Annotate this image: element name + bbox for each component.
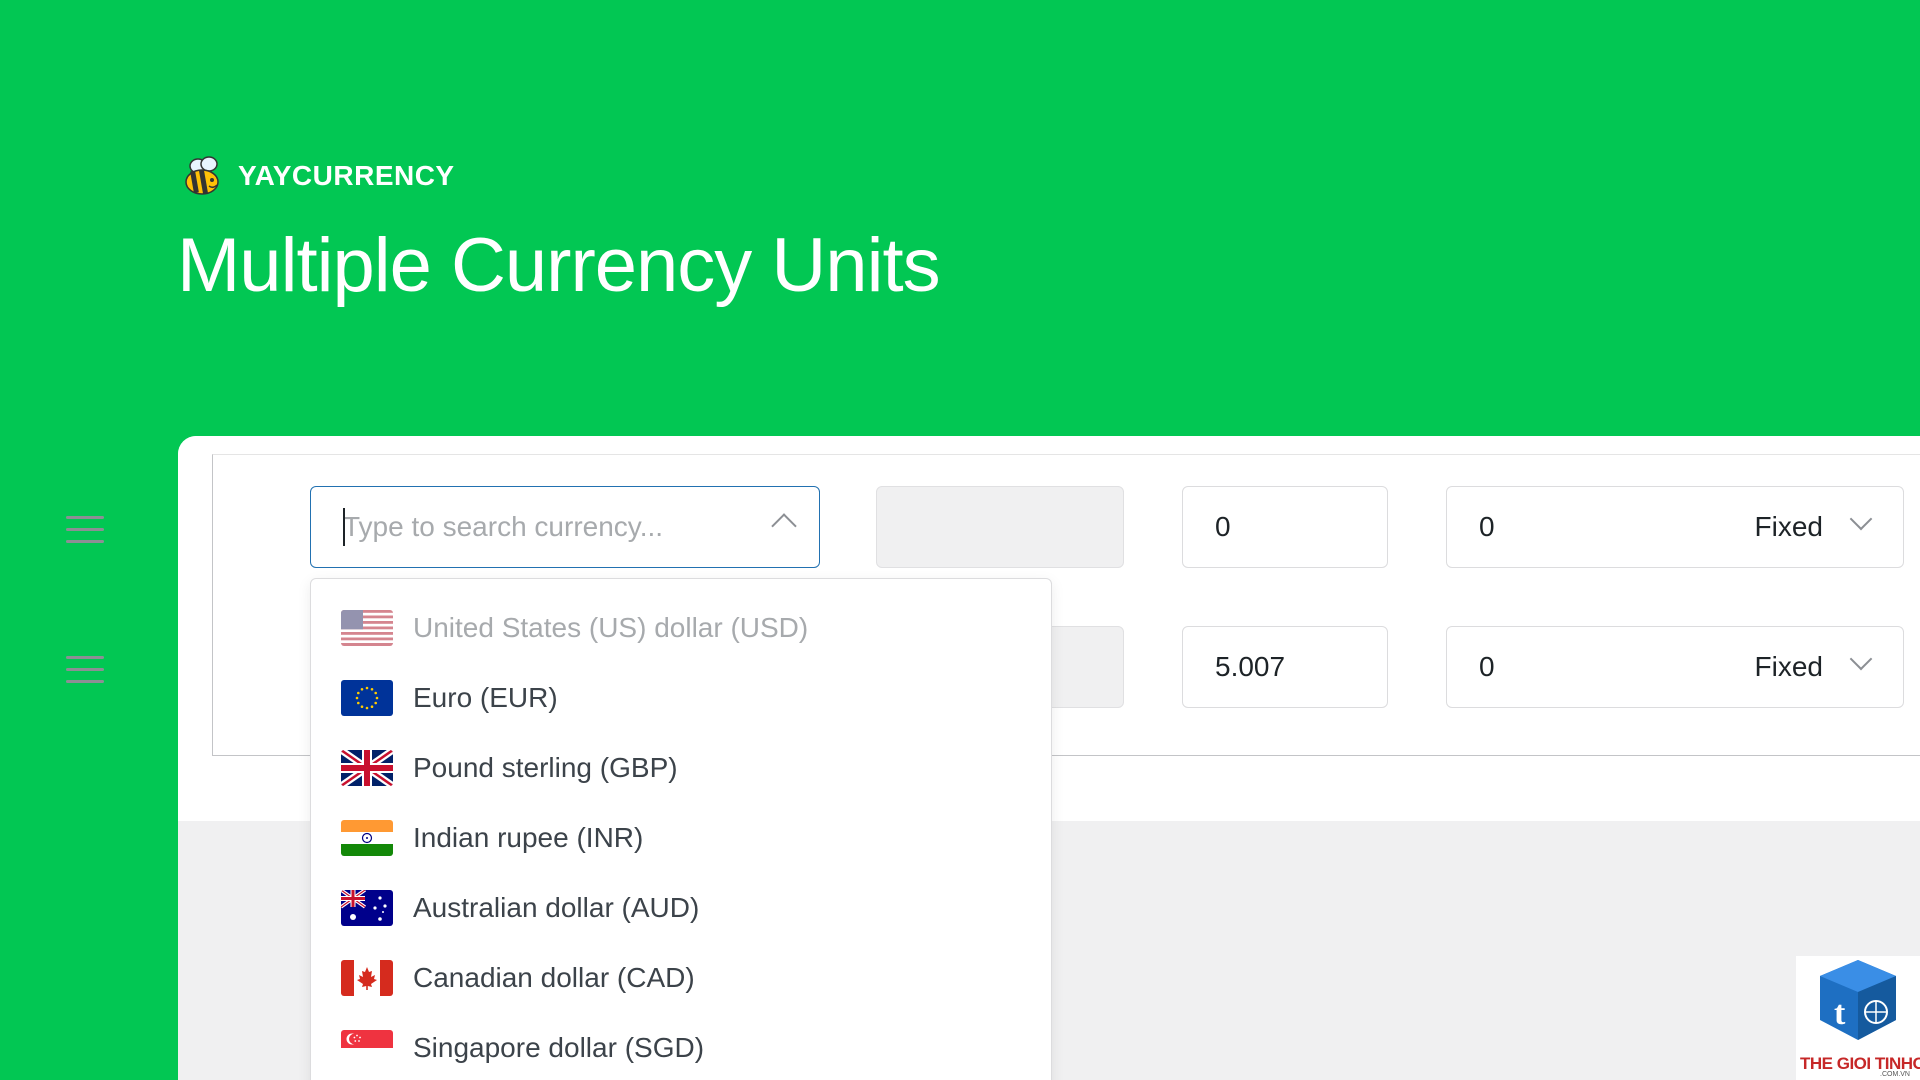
- currency-option-inr[interactable]: Indian rupee (INR): [341, 813, 643, 863]
- fee-value: 0: [1479, 651, 1495, 682]
- text-caret: [343, 508, 345, 546]
- fee-select[interactable]: 0 Fixed: [1446, 486, 1904, 568]
- au-flag-icon: [341, 890, 393, 926]
- drag-handle-icon[interactable]: [66, 656, 104, 684]
- currency-option-eur[interactable]: Euro (EUR): [341, 673, 558, 723]
- watermark-subtext: .COM.VN: [1880, 1071, 1910, 1078]
- currency-option-label: Australian dollar (AUD): [413, 892, 700, 923]
- gb-flag-icon: [341, 750, 393, 786]
- search-input[interactable]: [343, 511, 723, 543]
- currency-symbol-field[interactable]: [876, 486, 1124, 568]
- eu-flag-icon: [341, 680, 393, 716]
- chevron-down-icon[interactable]: [1849, 507, 1873, 531]
- in-flag-icon: [341, 820, 393, 856]
- ca-flag-icon: [341, 960, 393, 996]
- currency-option-cad[interactable]: Canadian dollar (CAD): [341, 953, 695, 1003]
- currency-option-usd: United States (US) dollar (USD): [341, 603, 808, 653]
- watermark-logo: t THE GIOI TINHOC .COM.VN: [1796, 956, 1920, 1080]
- brand-name: YAYCURRENCY: [238, 160, 455, 191]
- currency-option-label: Euro (EUR): [413, 682, 558, 713]
- drag-handle-icon[interactable]: [66, 516, 104, 544]
- currency-search-select[interactable]: [310, 486, 820, 568]
- chevron-down-icon[interactable]: [1849, 647, 1873, 671]
- chevron-up-icon[interactable]: [771, 513, 797, 539]
- sg-flag-icon: [341, 1030, 393, 1066]
- svg-text:t: t: [1834, 995, 1846, 1032]
- currency-option-gbp[interactable]: Pound sterling (GBP): [341, 743, 678, 793]
- currency-option-label: United States (US) dollar (USD): [413, 612, 809, 643]
- page-title: Multiple Currency Units: [177, 223, 941, 308]
- exchange-rate-input[interactable]: 0: [1182, 486, 1388, 568]
- currency-option-label: Indian rupee (INR): [413, 822, 644, 853]
- us-flag-icon: [341, 610, 393, 646]
- currency-option-label: Pound sterling (GBP): [413, 752, 678, 783]
- currency-option-sgd[interactable]: Singapore dollar (SGD): [341, 1023, 704, 1073]
- cube-logo-icon: t: [1820, 960, 1896, 1040]
- fee-type-label: Fixed: [1754, 651, 1823, 682]
- currency-option-aud[interactable]: Australian dollar (AUD): [341, 883, 699, 933]
- brand-logo: YAYCURRENCY: [182, 154, 455, 198]
- fee-select[interactable]: 0 Fixed: [1446, 626, 1904, 708]
- bee-icon: [182, 154, 226, 198]
- currency-dropdown-list: United States (US) dollar (USD) Euro (EU…: [310, 578, 1052, 1080]
- currency-option-label: Singapore dollar (SGD): [413, 1032, 705, 1063]
- currency-option-label: Canadian dollar (CAD): [413, 962, 695, 993]
- fee-value: 0: [1479, 511, 1495, 542]
- fee-type-label: Fixed: [1754, 511, 1823, 542]
- exchange-rate-input[interactable]: 5.007: [1182, 626, 1388, 708]
